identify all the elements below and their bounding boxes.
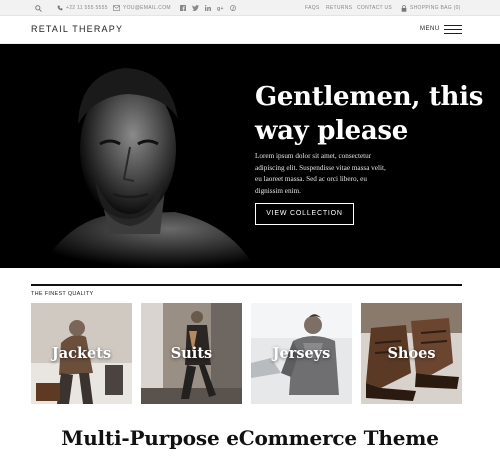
shopping-bag-link[interactable]: SHOPPING BAG (0) bbox=[401, 0, 461, 16]
category-suits[interactable]: Suits bbox=[141, 303, 242, 404]
hero-body-line-3: eu laoreet massa. Sed ac orci libero, eu bbox=[255, 175, 367, 183]
nav-returns[interactable]: RETURNS bbox=[326, 0, 352, 16]
hero-banner: Gentlemen, this way please Lorem ipsum d… bbox=[0, 44, 500, 268]
envelope-icon bbox=[113, 5, 120, 11]
section-divider bbox=[31, 284, 462, 286]
returns-link[interactable]: RETURNS bbox=[326, 0, 352, 16]
menu-label[interactable]: MENU bbox=[420, 26, 440, 32]
hero-body-line-1: Lorem ipsum dolor sit amet, consectetur bbox=[255, 152, 372, 160]
social-links: g+ bbox=[180, 0, 236, 16]
site-logo[interactable]: RETAIL THERAPY bbox=[31, 24, 123, 34]
hero-body-line-2: adipiscing elit. Suspendisse vitae massa… bbox=[255, 163, 386, 172]
search-button[interactable] bbox=[35, 0, 42, 16]
nav-contact[interactable]: CONTACT US bbox=[357, 0, 392, 16]
linkedin-icon[interactable] bbox=[205, 5, 211, 11]
hero-model-photo bbox=[0, 44, 260, 268]
category-jackets[interactable]: Jackets bbox=[31, 303, 132, 404]
shoes-label: Shoes bbox=[387, 345, 436, 362]
email-address: YOU@EMAIL.COM bbox=[123, 5, 171, 11]
nav-faqs[interactable]: FAQS bbox=[305, 0, 320, 16]
jackets-label: Jackets bbox=[51, 345, 112, 362]
hero-title-line-2: way please bbox=[255, 116, 409, 146]
phone-icon bbox=[57, 5, 63, 11]
view-collection-button[interactable]: VIEW COLLECTION bbox=[255, 203, 354, 225]
jerseys-label: Jerseys bbox=[272, 345, 331, 362]
pinterest-icon[interactable] bbox=[230, 5, 236, 11]
finest-quality-heading: THE FINEST QUALITY bbox=[31, 291, 94, 297]
contact-us-link[interactable]: CONTACT US bbox=[357, 0, 392, 16]
category-shoes[interactable]: Shoes bbox=[361, 303, 462, 404]
facebook-icon[interactable] bbox=[180, 5, 186, 11]
google-plus-icon[interactable]: g+ bbox=[217, 5, 224, 11]
phone-contact[interactable]: +22 11 555 5555 bbox=[57, 0, 108, 16]
hero-body-line-4: dignissim enim. bbox=[255, 186, 301, 195]
search-icon bbox=[35, 4, 42, 12]
shopping-bag-label: SHOPPING BAG (0) bbox=[410, 5, 461, 11]
svg-text:g+: g+ bbox=[217, 6, 224, 11]
faqs-link[interactable]: FAQS bbox=[305, 0, 320, 16]
hero-description: Lorem ipsum dolor sit amet, consectetur … bbox=[255, 151, 435, 197]
site-header: RETAIL THERAPY MENU bbox=[0, 16, 500, 44]
twitter-icon[interactable] bbox=[192, 5, 199, 11]
lock-icon bbox=[401, 4, 407, 12]
email-contact[interactable]: YOU@EMAIL.COM bbox=[113, 0, 171, 16]
suits-label: Suits bbox=[170, 345, 213, 362]
top-utility-bar: +22 11 555 5555 YOU@EMAIL.COM g+ FAQS RE… bbox=[0, 0, 500, 16]
theme-title: Multi-Purpose eCommerce Theme bbox=[61, 426, 439, 450]
hamburger-menu-icon[interactable] bbox=[444, 25, 462, 34]
hero-title-line-1: Gentlemen, this bbox=[255, 82, 484, 112]
phone-number: +22 11 555 5555 bbox=[66, 5, 108, 11]
category-jerseys[interactable]: Jerseys bbox=[251, 303, 352, 404]
hero-title: Gentlemen, this way please bbox=[255, 80, 485, 148]
